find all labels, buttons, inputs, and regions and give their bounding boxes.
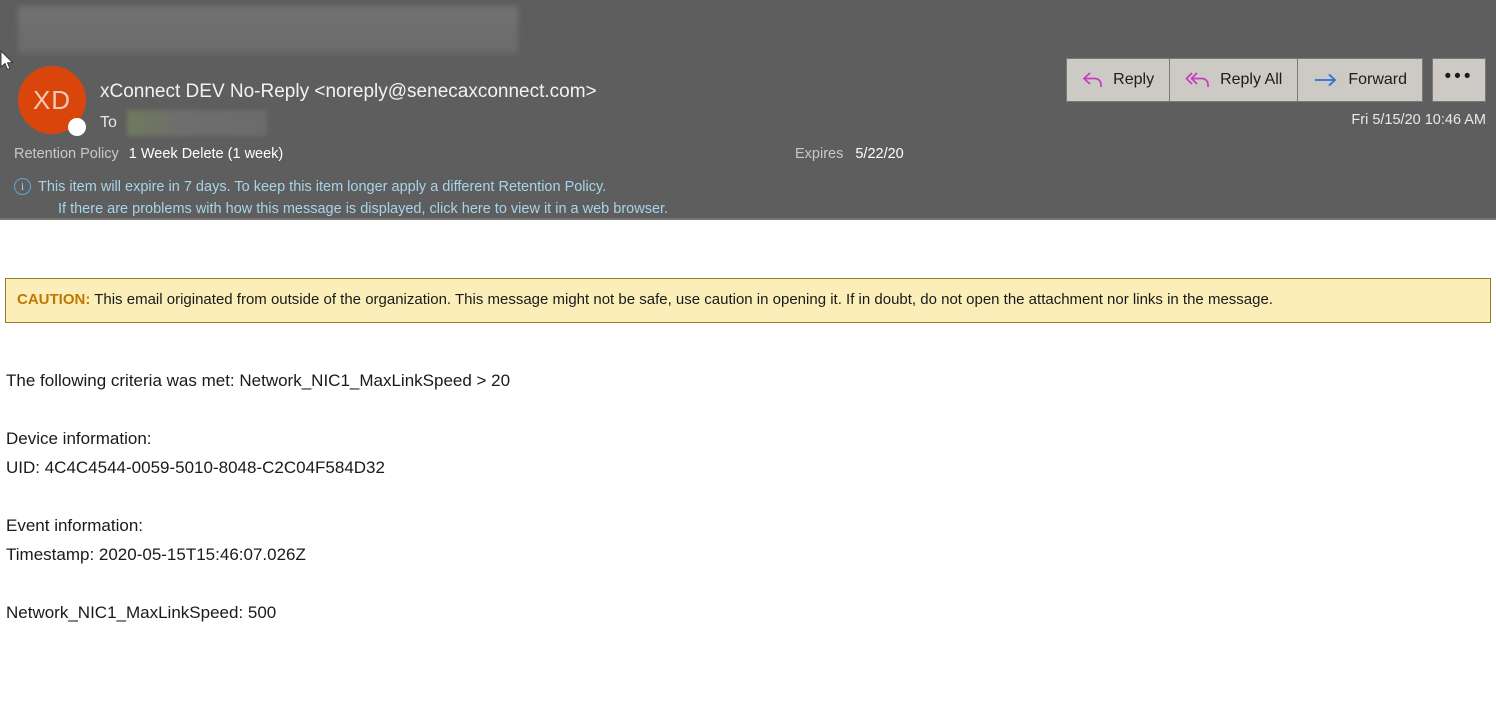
avatar[interactable]: XD <box>18 66 88 136</box>
more-actions-button[interactable]: ••• <box>1432 58 1486 102</box>
reply-all-label: Reply All <box>1220 71 1283 88</box>
forward-button[interactable]: Forward <box>1297 59 1422 101</box>
recipient-row: To <box>100 110 267 136</box>
received-timestamp: Fri 5/15/20 10:46 AM <box>1351 112 1486 128</box>
forward-label: Forward <box>1348 71 1407 88</box>
notice-text: This item will expire in 7 days. To keep… <box>38 176 668 220</box>
expires-label: Expires <box>795 146 844 162</box>
body-line: The following criteria was met: Network_… <box>6 371 511 390</box>
message-body-text: The following criteria was met: Network_… <box>6 366 1406 627</box>
reply-label: Reply <box>1113 71 1155 88</box>
presence-indicator-icon <box>68 118 86 136</box>
body-line: Event information: <box>6 516 144 535</box>
forward-arrow-icon <box>1313 71 1339 89</box>
message-actions-toolbar: Reply Reply All Forward ••• <box>1066 58 1486 102</box>
message-header: XD xConnect DEV No-Reply <noreply@seneca… <box>0 0 1496 220</box>
body-line: Timestamp: 2020-05-15T15:46:07.026Z <box>6 545 306 564</box>
body-line: Device information: <box>6 429 152 448</box>
notice-line-expiry: This item will expire in 7 days. To keep… <box>38 179 607 195</box>
retention-policy-value[interactable]: 1 Week Delete (1 week) <box>129 146 283 162</box>
paragraph-metric: Network_NIC1_MaxLinkSpeed: 500 <box>6 598 1406 627</box>
reply-button-group: Reply Reply All Forward <box>1066 58 1423 102</box>
sender-address[interactable]: xConnect DEV No-Reply <noreply@senecaxco… <box>100 81 597 103</box>
external-sender-banner: CAUTION: This email originated from outs… <box>5 278 1491 323</box>
notice-line-webview[interactable]: If there are problems with how this mess… <box>38 201 668 217</box>
caution-label: CAUTION: <box>17 291 91 308</box>
recipient-redacted[interactable] <box>126 110 267 136</box>
body-line: Network_NIC1_MaxLinkSpeed: 500 <box>6 603 277 622</box>
retention-policy-row: Retention Policy 1 Week Delete (1 week) <box>14 146 283 162</box>
expires-row: Expires 5/22/20 <box>795 146 904 162</box>
message-body: CAUTION: This email originated from outs… <box>0 220 1496 726</box>
reply-button[interactable]: Reply <box>1067 59 1170 101</box>
caution-text: This email originated from outside of th… <box>90 291 1273 308</box>
to-label: To <box>100 114 117 131</box>
paragraph-event-info: Event information: Timestamp: 2020-05-15… <box>6 511 1406 569</box>
body-line: UID: 4C4C4544-0059-5010-8048-C2C04F584D3… <box>6 458 385 477</box>
info-icon: i <box>14 178 31 195</box>
paragraph-device-info: Device information: UID: 4C4C4544-0059-5… <box>6 424 1406 482</box>
expires-value: 5/22/20 <box>855 146 904 162</box>
reply-arrow-icon <box>1082 71 1104 89</box>
retention-notice: i This item will expire in 7 days. To ke… <box>14 176 668 220</box>
reply-all-arrow-icon <box>1185 71 1211 89</box>
subject-line-redacted <box>18 6 518 54</box>
retention-policy-label: Retention Policy <box>14 146 119 162</box>
reply-all-button[interactable]: Reply All <box>1169 59 1298 101</box>
outlook-reading-pane: XD xConnect DEV No-Reply <noreply@seneca… <box>0 0 1496 726</box>
paragraph-criteria: The following criteria was met: Network_… <box>6 366 1406 395</box>
